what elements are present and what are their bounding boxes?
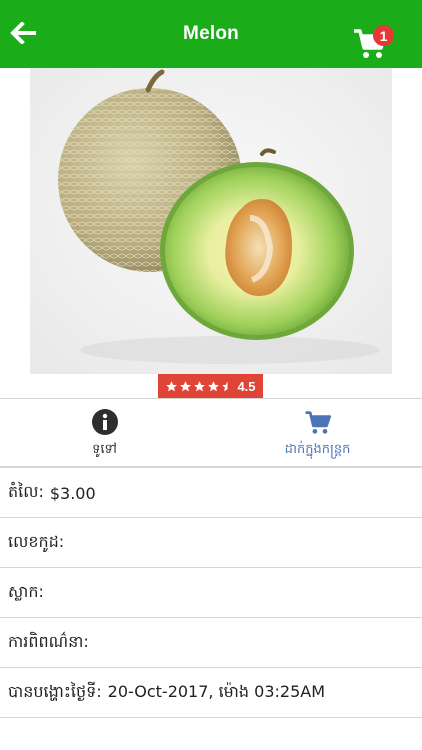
page-title: Melon bbox=[183, 23, 239, 44]
cart-icon bbox=[352, 29, 388, 64]
tab-info[interactable]: ទូទៅ bbox=[42, 398, 167, 466]
rating-stars bbox=[165, 380, 235, 393]
add-to-cart-label: ដាក់ក្នុងកន្ត្រក bbox=[284, 442, 351, 457]
posted-date-row: បានបង្ហោះថ្ងៃទី: 20-Oct-2017, ម៉ោង 03:25… bbox=[0, 668, 422, 718]
rating-value: 4.5 bbox=[237, 378, 256, 394]
divider bbox=[0, 717, 422, 718]
posted-value: 20-Oct-2017, ម៉ោង 03:25AM bbox=[107, 682, 325, 701]
price-label: តំលៃ: bbox=[8, 482, 44, 501]
arrow-left-icon bbox=[10, 21, 38, 48]
posted-label: បានបង្ហោះថ្ងៃទី: bbox=[8, 682, 102, 701]
back-button[interactable] bbox=[8, 21, 40, 48]
star-icon bbox=[208, 380, 220, 391]
brand-label: ស្លាក: bbox=[8, 582, 44, 601]
star-icon bbox=[194, 380, 206, 391]
description-row: ការពិពណ៌នា: bbox=[0, 618, 422, 668]
add-to-cart-button[interactable]: ដាក់ក្នុងកន្ត្រក bbox=[250, 398, 385, 466]
product-actions: ទូទៅ ដាក់ក្នុងកន្ត្រក bbox=[0, 398, 422, 466]
star-icon bbox=[180, 380, 192, 391]
rating-badge: 4.5 bbox=[158, 374, 263, 398]
product-image bbox=[30, 68, 392, 374]
tab-info-label: ទូទៅ bbox=[92, 442, 117, 457]
brand-row: ស្លាក: bbox=[0, 568, 422, 618]
code-row: លេខកូដ: bbox=[0, 518, 422, 568]
cart-icon bbox=[304, 408, 332, 440]
price-value: $3.00 bbox=[49, 483, 96, 503]
code-label: លេខកូដ: bbox=[8, 532, 65, 551]
info-icon bbox=[91, 408, 119, 440]
star-half-icon bbox=[222, 380, 228, 391]
cart-count-badge: 1 bbox=[373, 25, 394, 46]
star-icon bbox=[166, 380, 178, 391]
description-label: ការពិពណ៌នា: bbox=[8, 632, 89, 651]
price-row: តំលៃ: $3.00 bbox=[0, 468, 422, 518]
